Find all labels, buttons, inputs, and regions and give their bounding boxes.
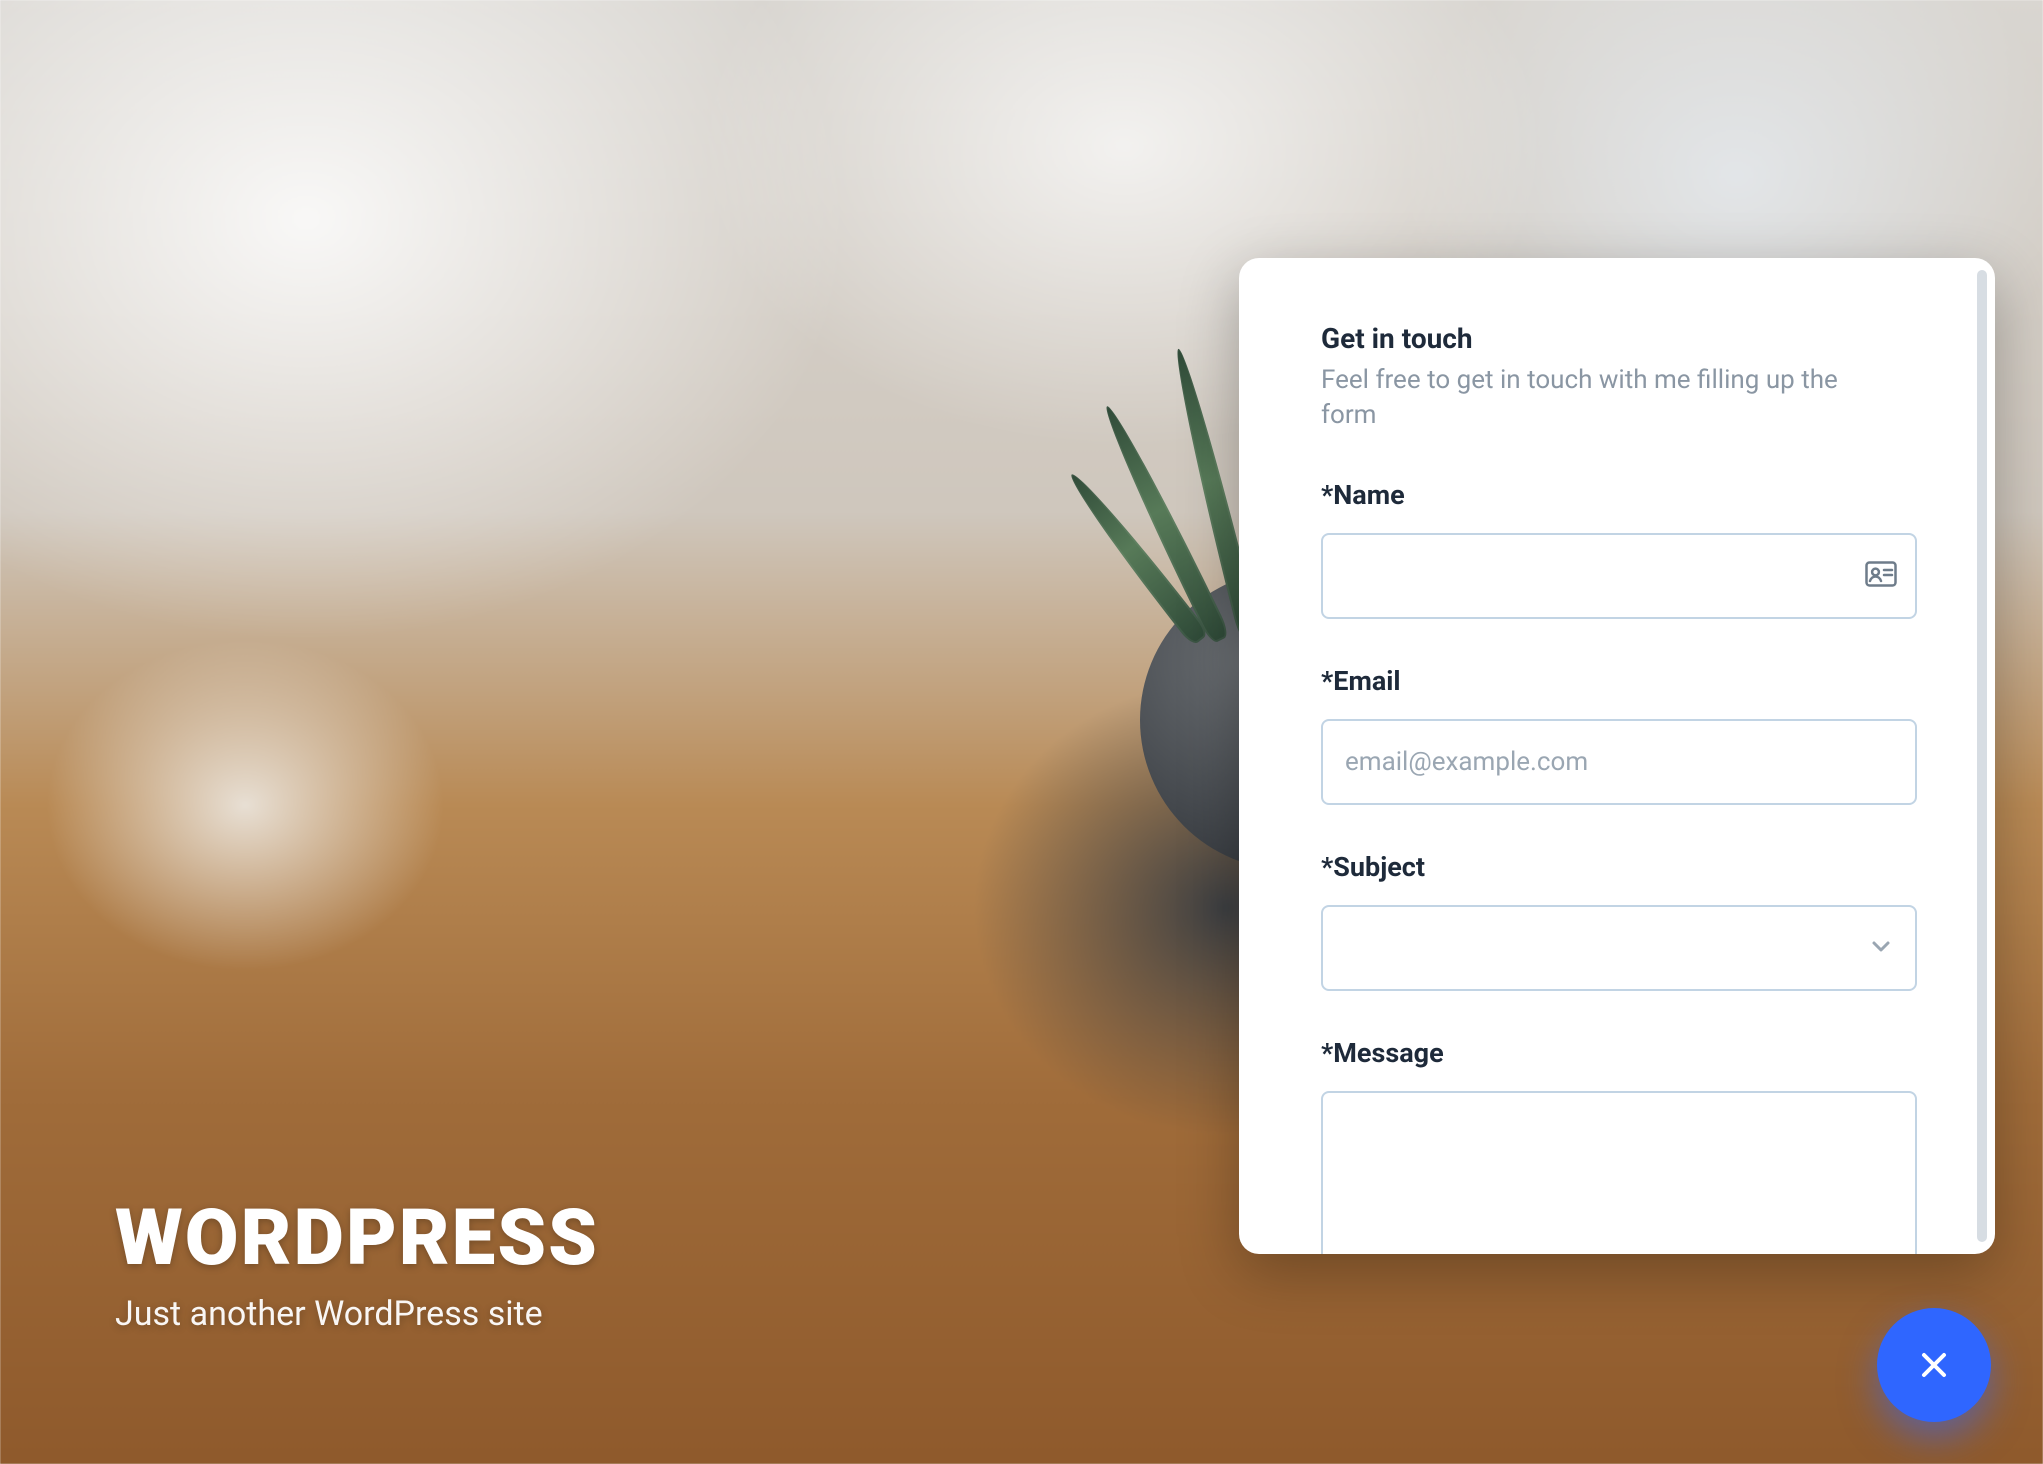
panel-scrollbar[interactable]: [1977, 270, 1987, 1242]
name-input[interactable]: [1321, 533, 1917, 619]
close-icon: [1914, 1345, 1954, 1385]
form-subtitle: Feel free to get in touch with me fillin…: [1321, 363, 1881, 433]
form-title: Get in touch: [1321, 322, 1917, 355]
site-identity: WORDPRESS Just another WordPress site: [115, 1193, 599, 1334]
email-input[interactable]: [1321, 719, 1917, 805]
message-textarea[interactable]: [1321, 1091, 1917, 1254]
contact-form-panel: Get in touch Feel free to get in touch w…: [1239, 258, 1995, 1254]
subject-label: *Subject: [1321, 851, 1917, 883]
subject-select[interactable]: [1321, 905, 1917, 991]
email-label: *Email: [1321, 665, 1917, 697]
site-tagline: Just another WordPress site: [115, 1294, 599, 1334]
site-title: WORDPRESS: [115, 1193, 599, 1284]
name-label: *Name: [1321, 479, 1917, 511]
message-label: *Message: [1321, 1037, 1917, 1069]
close-button[interactable]: [1877, 1308, 1991, 1422]
